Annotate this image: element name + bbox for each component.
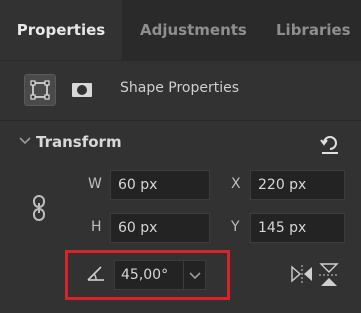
x-field[interactable]: 220 px xyxy=(250,170,345,200)
angle-field[interactable]: 45,00° xyxy=(114,260,184,290)
y-label: Y xyxy=(231,219,240,235)
bounding-box-icon[interactable] xyxy=(24,74,56,106)
chevron-down-icon[interactable] xyxy=(18,133,32,147)
properties-panel: Properties Adjustments Libraries Shape P… xyxy=(0,0,361,313)
height-label: H xyxy=(91,219,102,235)
width-label: W xyxy=(88,176,102,192)
link-proportions-icon[interactable] xyxy=(30,194,48,222)
width-field[interactable]: 60 px xyxy=(110,170,210,200)
transform-title: Transform xyxy=(36,133,122,151)
angle-dropdown[interactable] xyxy=(184,260,206,290)
angle-icon xyxy=(86,263,106,283)
tab-properties[interactable]: Properties xyxy=(0,0,122,60)
reset-transform-icon[interactable] xyxy=(318,131,342,155)
tab-bar: Properties Adjustments Libraries xyxy=(0,0,361,60)
tab-adjustments[interactable]: Adjustments xyxy=(140,0,247,60)
shape-properties-title: Shape Properties xyxy=(120,80,240,96)
transform-section-header[interactable]: Transform xyxy=(0,121,361,165)
height-field[interactable]: 60 px xyxy=(110,213,210,243)
x-label: X xyxy=(231,176,241,192)
mask-icon[interactable] xyxy=(66,74,98,106)
flip-horizontal-icon[interactable] xyxy=(290,263,314,285)
shape-properties-row: Shape Properties xyxy=(0,62,361,118)
tab-divider xyxy=(0,60,361,61)
y-field[interactable]: 145 px xyxy=(250,213,345,243)
tab-libraries[interactable]: Libraries xyxy=(276,0,351,60)
flip-vertical-icon[interactable] xyxy=(318,262,340,288)
